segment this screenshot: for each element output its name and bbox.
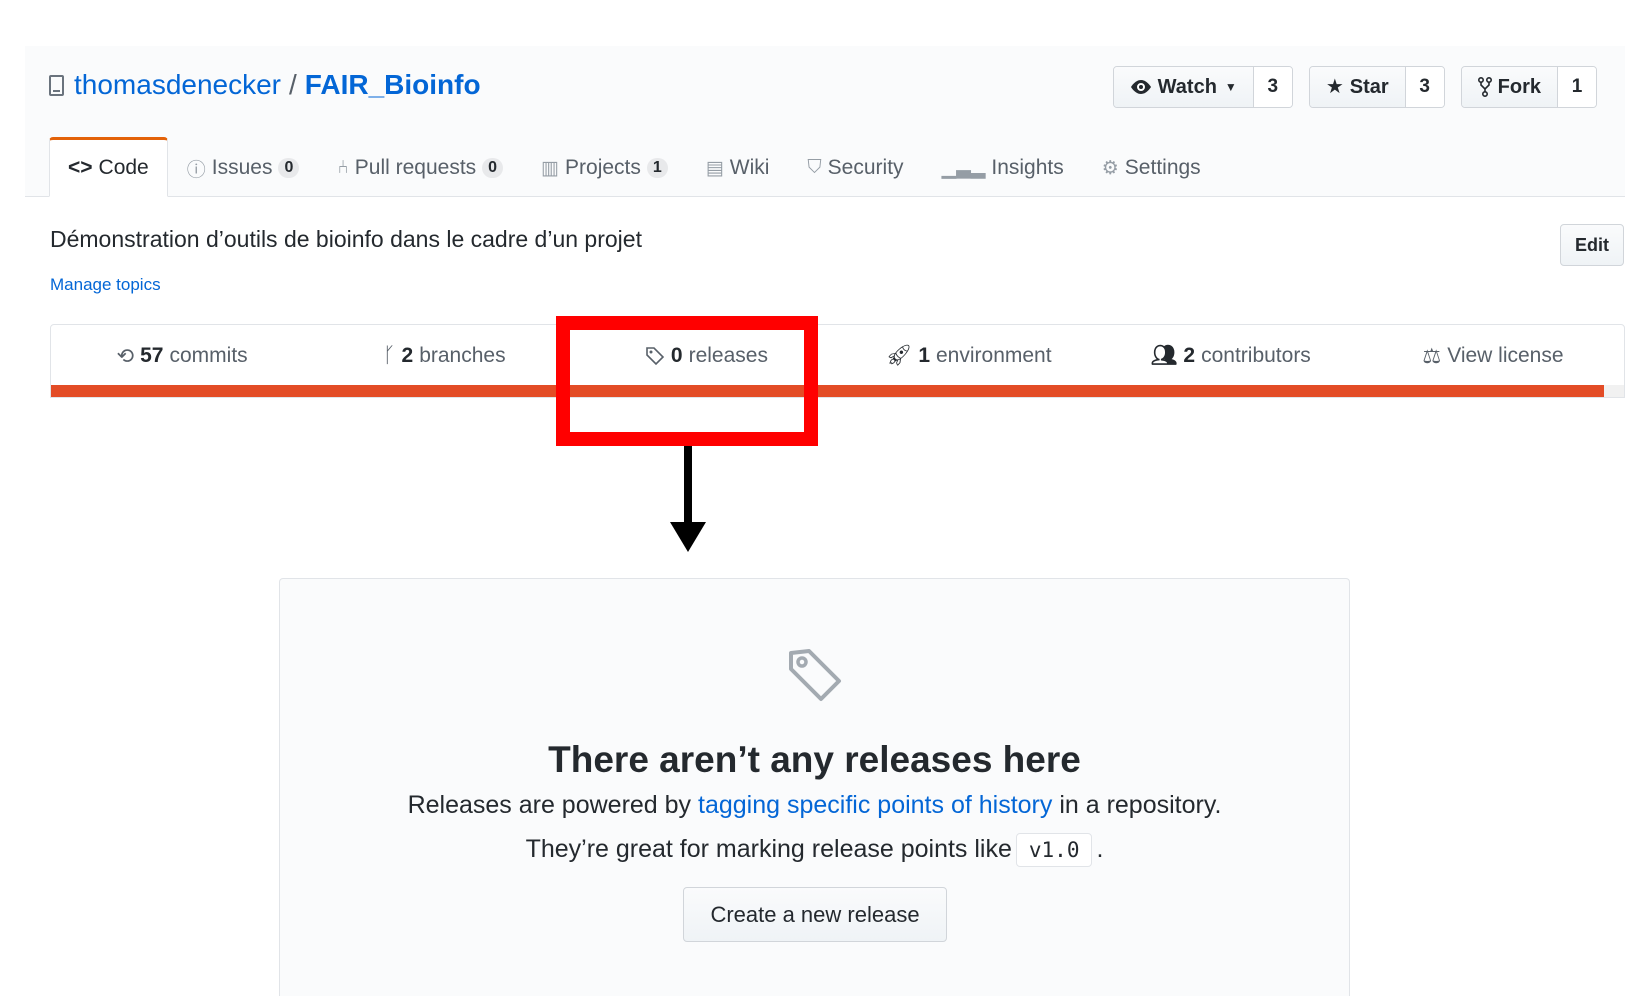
shield-icon: ⛉ [807, 157, 822, 178]
star-count[interactable]: 3 [1405, 67, 1444, 107]
watch-group: Watch ▼ 3 [1112, 66, 1293, 108]
license-label: View license [1447, 344, 1564, 367]
eye-icon [1130, 80, 1151, 94]
highlight-box [556, 316, 818, 446]
project-icon: ▥ [541, 157, 560, 179]
tagging-help-link[interactable]: tagging specific points of history [698, 791, 1052, 819]
watch-button[interactable]: Watch ▼ [1113, 67, 1254, 107]
contributors-label: contributors [1201, 344, 1311, 367]
environments-count: 1 [918, 344, 930, 367]
contributors-link[interactable]: 👥︎ 2 contributors [1100, 325, 1362, 387]
arrow-shaft [684, 446, 692, 524]
blankslate-text: . [1096, 835, 1104, 863]
tab-settings[interactable]: ⚙ Settings [1083, 137, 1220, 197]
law-icon: ⚖ [1422, 344, 1442, 368]
path-separator: / [289, 69, 297, 100]
issue-icon: ⓘ [186, 159, 206, 181]
tag-icon [789, 649, 841, 701]
tab-issues[interactable]: ⓘ Issues 0 [168, 137, 319, 197]
tab-label: Settings [1124, 156, 1201, 179]
tab-label: Projects [565, 156, 641, 179]
fork-group: Fork 1 [1460, 66, 1597, 108]
caret-down-icon: ▼ [1224, 80, 1237, 94]
blankslate-text: in a repository. [1059, 791, 1222, 819]
fork-label: Fork [1497, 75, 1541, 98]
gear-icon: ⚙ [1101, 157, 1119, 179]
repo-description: Démonstration d’outils de bioinfo dans l… [50, 226, 642, 252]
language-bar[interactable] [51, 385, 1624, 397]
commits-label: commits [169, 344, 248, 367]
watch-label: Watch [1157, 75, 1217, 98]
star-button[interactable]: ★ Star [1309, 67, 1406, 107]
repo-title: thomasdenecker / FAIR_Bioinfo [49, 68, 481, 102]
repo-owner-link[interactable]: thomasdenecker [74, 68, 281, 102]
fork-count[interactable]: 1 [1558, 67, 1596, 107]
tab-insights[interactable]: ▁▃▂ Insights [923, 137, 1083, 197]
fork-button[interactable]: Fork [1461, 67, 1558, 107]
tab-counter: 0 [482, 158, 504, 178]
arrow-down-icon [670, 522, 706, 552]
blankslate-text: Releases are powered by [407, 791, 692, 819]
tab-code[interactable]: <> Code [49, 137, 168, 197]
blankslate-line-1: Releases are powered by tagging specific… [280, 791, 1349, 820]
repo-name-link[interactable]: FAIR_Bioinfo [305, 68, 481, 102]
tab-projects[interactable]: ▥ Projects 1 [522, 137, 687, 197]
commits-link[interactable]: ⟲ 57 commits [51, 325, 313, 387]
tab-counter: 0 [278, 158, 300, 178]
tab-security[interactable]: ⛉ Security [788, 137, 922, 197]
tab-label: Insights [991, 156, 1064, 179]
environments-label: environment [936, 344, 1052, 367]
watch-count[interactable]: 3 [1253, 67, 1292, 107]
code-icon: <> [68, 156, 93, 179]
blankslate-text: They’re great for marking release points… [525, 835, 1012, 863]
star-label: Star [1349, 75, 1389, 98]
book-icon: ▤ [705, 157, 724, 179]
commits-count: 57 [140, 344, 164, 367]
branches-link[interactable]: ᚴ 2 branches [313, 325, 575, 387]
fork-icon [1477, 77, 1492, 97]
tab-label: Code [98, 156, 149, 179]
manage-topics-link[interactable]: Manage topics [50, 275, 161, 295]
edit-description-button[interactable]: Edit [1560, 224, 1624, 266]
tab-counter: 1 [646, 158, 668, 178]
contributors-count: 2 [1183, 344, 1196, 367]
pull-request-icon: ⑃ [337, 157, 349, 178]
history-icon: ⟲ [116, 344, 135, 368]
numbers-summary: ⟲ 57 commits ᚴ 2 branches 0 releases 🚀︎ … [50, 324, 1625, 398]
blankslate-line-2: They’re great for marking release points… [280, 833, 1349, 867]
blankslate-title: There aren’t any releases here [548, 739, 1081, 780]
repo-nav: <> Code ⓘ Issues 0 ⑃ Pull requests 0 ▥ P… [49, 137, 1220, 197]
tab-label: Pull requests [354, 156, 477, 179]
tab-label: Security [827, 156, 904, 179]
branches-count: 2 [401, 344, 414, 367]
create-release-button[interactable]: Create a new release [683, 887, 947, 942]
license-link[interactable]: ⚖ View license [1362, 325, 1624, 387]
branch-icon: ᚴ [382, 344, 396, 367]
language-bar-fill [51, 385, 1604, 397]
environments-link[interactable]: 🚀︎ 1 environment [838, 325, 1100, 387]
repo-header: thomasdenecker / FAIR_Bioinfo Watch ▼ 3 … [25, 46, 1625, 197]
branches-label: branches [419, 344, 506, 367]
star-icon: ★ [1325, 76, 1344, 98]
star-group: ★ Star 3 [1308, 66, 1445, 108]
tab-label: Issues [211, 156, 273, 179]
graph-icon: ▁▃▂ [941, 157, 986, 179]
people-icon: 👥︎ [1150, 344, 1178, 367]
version-code: v1.0 [1015, 833, 1093, 867]
tab-label: Wiki [729, 156, 770, 179]
repo-icon [49, 74, 64, 96]
releases-blankslate: There aren’t any releases here Releases … [279, 578, 1350, 996]
tab-pull-requests[interactable]: ⑃ Pull requests 0 [318, 137, 522, 197]
tab-wiki[interactable]: ▤ Wiki [687, 137, 789, 197]
rocket-icon: 🚀︎ [885, 344, 913, 367]
repo-actions: Watch ▼ 3 ★ Star 3 Fork 1 [1112, 66, 1597, 108]
